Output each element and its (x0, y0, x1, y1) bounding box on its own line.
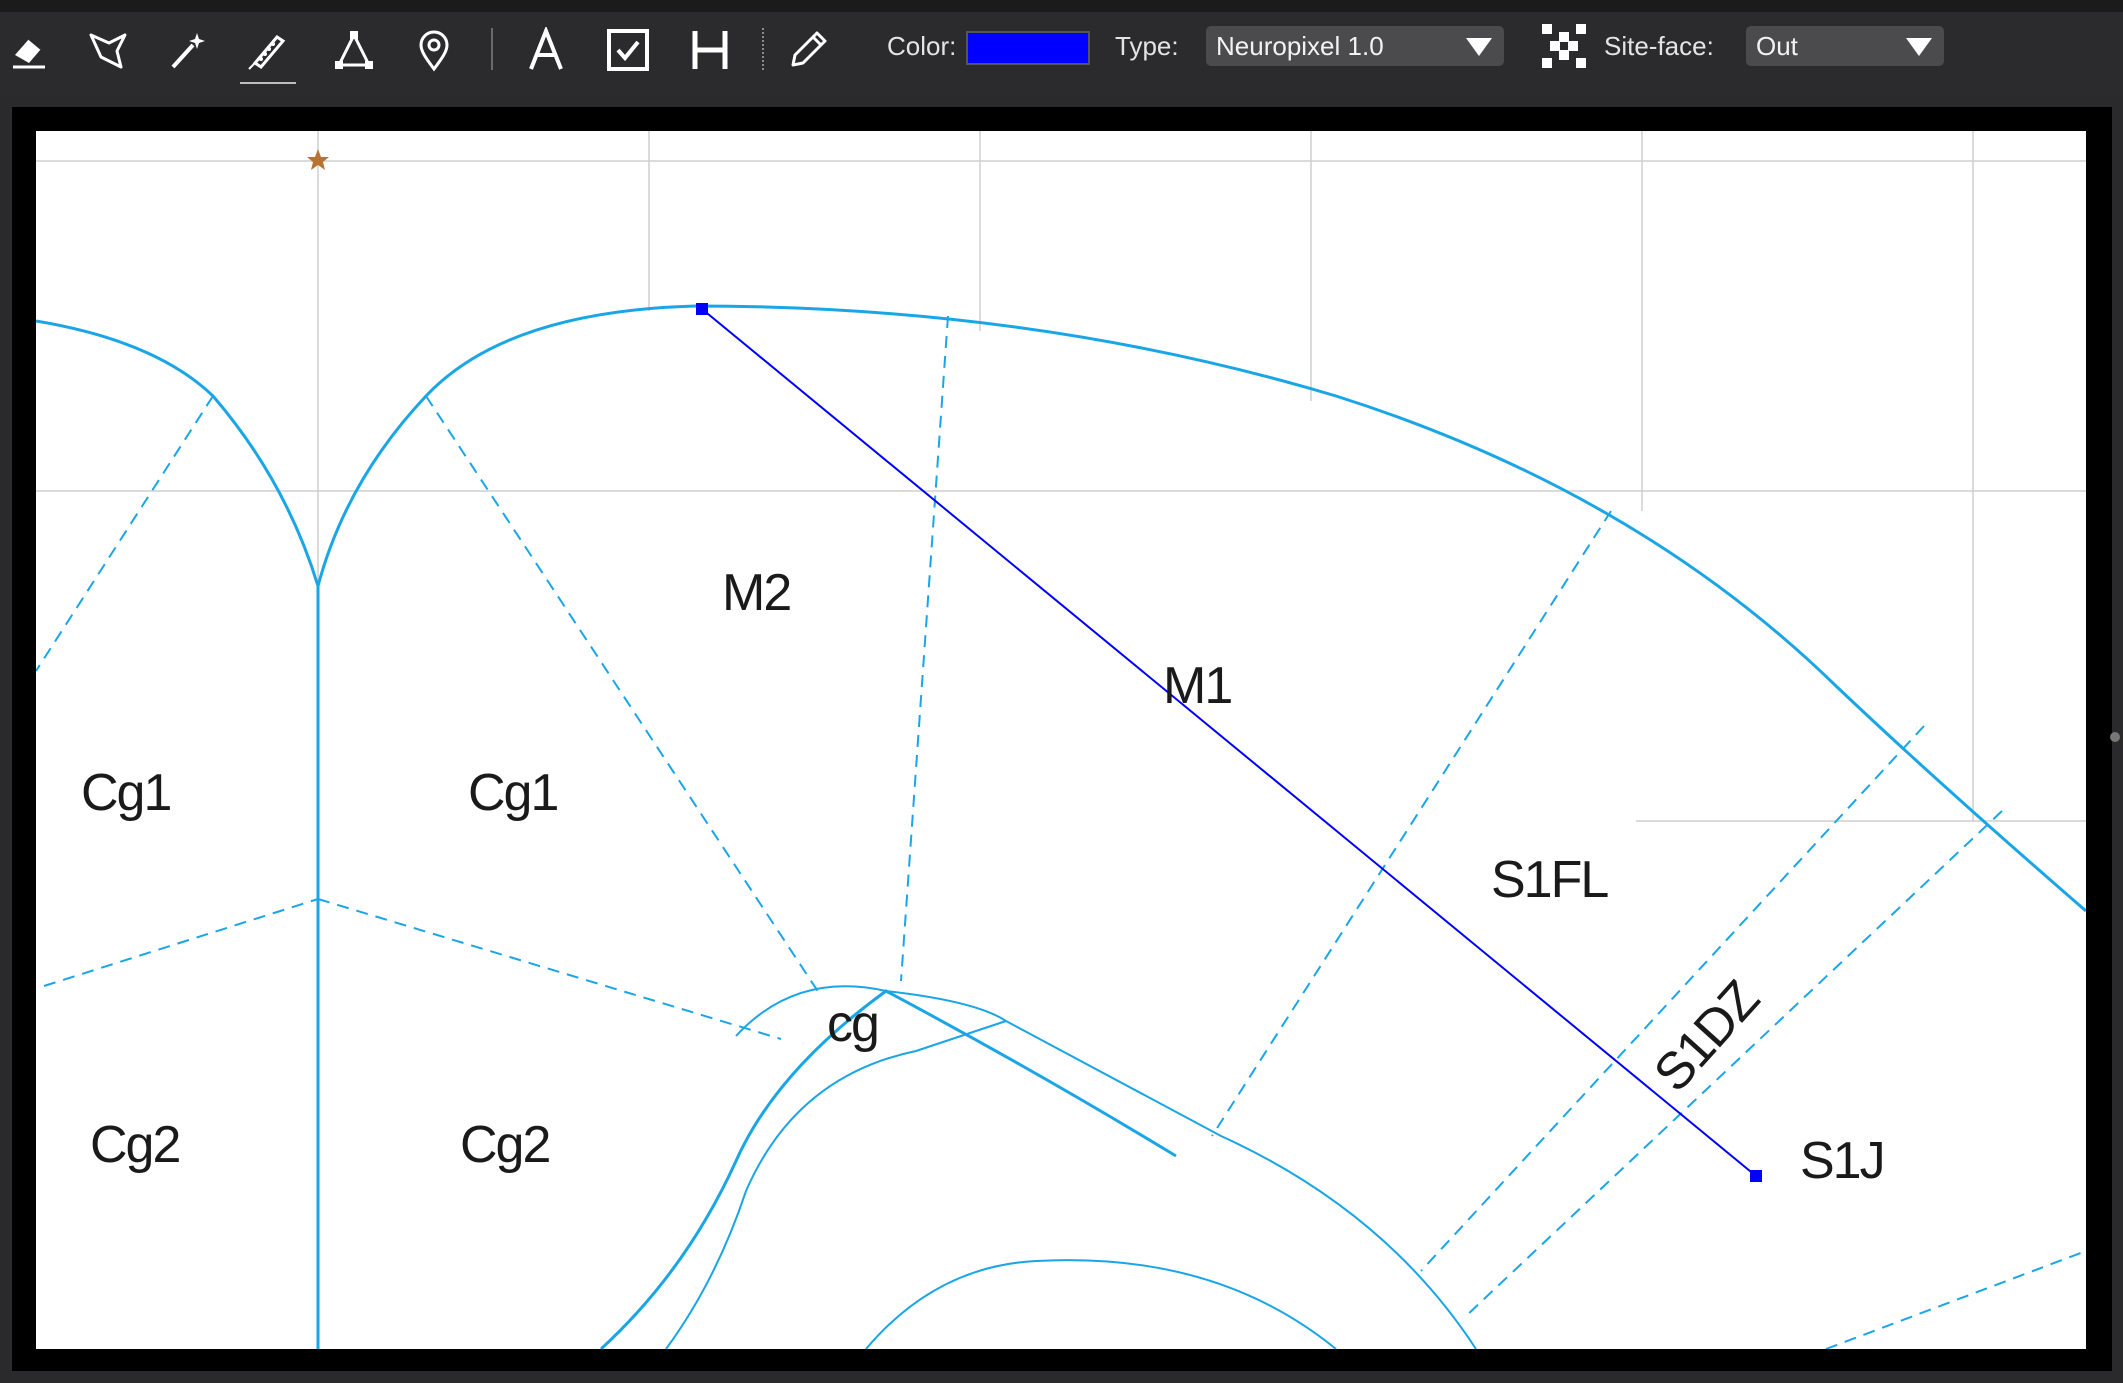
type-select-value: Neuropixel 1.0 (1216, 31, 1384, 61)
region-label-cg2-right: Cg2 (460, 1116, 551, 1174)
atlas-canvas[interactable]: M2 M1 Cg1 Cg1 Cg2 Cg2 cg S1FL S1DZ S1J (36, 131, 2086, 1349)
probe-end-handle[interactable] (1750, 1170, 1762, 1182)
region-label-s1j: S1J (1800, 1132, 1886, 1190)
text-tool-button[interactable] (516, 20, 576, 80)
siteface-label: Site-face: (1604, 31, 1714, 61)
siteface-select[interactable]: Out (1746, 26, 1944, 66)
eraser-tool-button[interactable] (0, 20, 60, 80)
checker-pattern-icon (1542, 24, 1586, 68)
triangle-points-icon (335, 31, 373, 69)
eraser-icon (13, 38, 45, 69)
inner-boundaries (665, 985, 1477, 1349)
grid (36, 131, 2086, 1349)
marker-tool-button[interactable] (404, 20, 464, 80)
text-a-icon (529, 27, 563, 70)
pencil-icon (791, 31, 827, 67)
lasso-tool-button[interactable] (78, 20, 138, 80)
region-label-cg: cg (827, 995, 880, 1053)
probe-tool-button[interactable] (238, 20, 298, 84)
magic-wand-icon (171, 33, 205, 69)
h-letter-icon (692, 31, 728, 69)
region-label-m2: M2 (722, 564, 792, 622)
atlas-drawing (36, 131, 2086, 1349)
toolbar: Color: Type: Neuropixel 1.0 Site-face: O… (0, 0, 2123, 95)
region-label-cg1-right: Cg1 (468, 764, 559, 822)
magic-wand-tool-button[interactable] (158, 20, 218, 80)
siteface-select-value: Out (1756, 31, 1798, 61)
pencil-tool-button[interactable] (778, 20, 838, 80)
checkbox-tool-button[interactable] (598, 20, 658, 80)
chevron-down-icon (1906, 38, 1932, 56)
lasso-icon (89, 33, 127, 69)
region-label-m1: M1 (1163, 657, 1233, 715)
probe-icon (248, 35, 286, 70)
color-swatch[interactable] (966, 31, 1090, 65)
type-select[interactable]: Neuropixel 1.0 (1206, 26, 1504, 66)
type-label: Type: (1115, 31, 1179, 61)
checkbox-icon (607, 29, 649, 71)
toolbar-separator (491, 28, 493, 70)
region-label-s1fl: S1FL (1491, 851, 1609, 909)
side-resize-handle[interactable] (2110, 732, 2120, 742)
region-label-cg1-left: Cg1 (81, 764, 172, 822)
triangle-tool-button[interactable] (324, 20, 384, 80)
region-label-cg2-left: Cg2 (90, 1116, 181, 1174)
color-label: Color: (887, 31, 957, 61)
chevron-down-icon (1466, 38, 1492, 56)
atlas-viewport[interactable]: M2 M1 Cg1 Cg1 Cg2 Cg2 cg S1FL S1DZ S1J (12, 107, 2112, 1371)
dashed-boundaries (36, 315, 2086, 1349)
h-tool-button[interactable] (680, 20, 740, 80)
probe-start-handle[interactable] (696, 303, 708, 315)
solid-boundaries (36, 304, 2086, 1349)
toolbar-separator-dotted (762, 28, 764, 70)
map-pin-icon (419, 30, 449, 72)
